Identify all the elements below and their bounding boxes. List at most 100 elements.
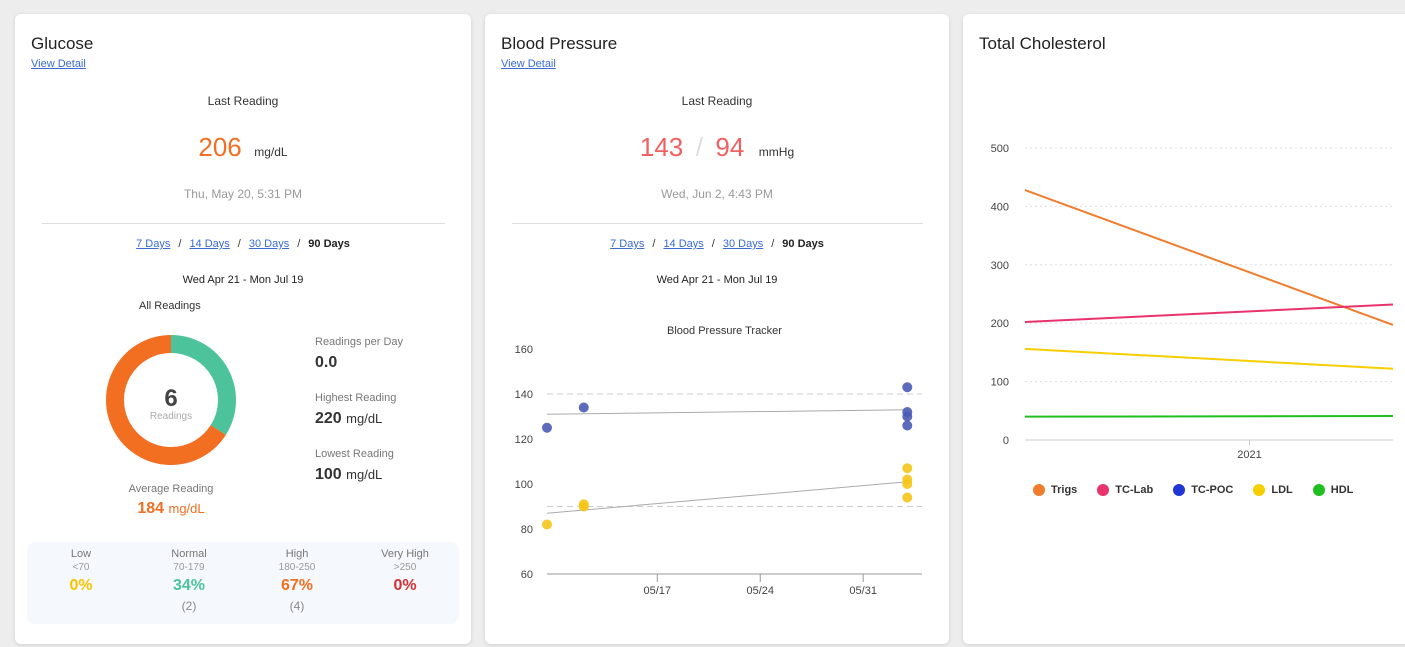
range-separator: / bbox=[178, 238, 182, 250]
bp-range-90-days[interactable]: 90 Days bbox=[782, 238, 824, 250]
glucose-title: Glucose bbox=[31, 34, 94, 53]
glucose-range-30-days[interactable]: 30 Days bbox=[249, 238, 289, 250]
range-separator: / bbox=[237, 238, 241, 250]
category-normal: Normal 70-179 34% (2) bbox=[135, 542, 243, 613]
legend-dot-icon bbox=[1253, 484, 1266, 496]
chol-y-tick-label: 100 bbox=[991, 377, 1009, 389]
glucose-range-selector: 7 Days / 14 Days / 30 Days / 90 Days bbox=[15, 238, 471, 250]
legend-label: TC-Lab bbox=[1115, 484, 1154, 496]
legend-label: Trigs bbox=[1051, 484, 1078, 496]
category-percent: 0% bbox=[69, 577, 93, 594]
category-percent: 67% bbox=[280, 577, 314, 594]
bp-x-tick-label: 05/17 bbox=[644, 585, 672, 597]
lowest-reading: 100 mg/dL bbox=[315, 466, 382, 484]
bp-date-range: Wed Apr 21 - Mon Jul 19 bbox=[656, 274, 778, 286]
bp-chart-title: Blood Pressure Tracker bbox=[667, 325, 782, 337]
bp-point-diastolic[interactable] bbox=[542, 519, 552, 530]
bp-range-14-days[interactable]: 14 Days bbox=[663, 238, 703, 250]
category-name: Very High bbox=[381, 548, 429, 560]
bp-point-systolic[interactable] bbox=[902, 420, 913, 431]
bp-range-30-days[interactable]: 30 Days bbox=[723, 238, 763, 250]
category-percent: 34% bbox=[172, 577, 206, 594]
bp-last-reading: 143 / 94 mmHg bbox=[485, 132, 949, 163]
donut-count-label: Readings bbox=[150, 411, 192, 422]
chol-y-tick-label: 500 bbox=[991, 143, 1009, 155]
category-low: Low <70 0% bbox=[27, 542, 135, 599]
chol-series-ldl bbox=[1024, 347, 1394, 370]
readings-per-day-label: Readings per Day bbox=[315, 336, 404, 348]
category-name: Normal bbox=[171, 548, 207, 560]
readings-per-day-value: 0.0 bbox=[315, 354, 338, 371]
category-name: Low bbox=[70, 548, 92, 560]
bp-x-tick-label: 05/31 bbox=[849, 585, 877, 597]
chol-y-tick-label: 400 bbox=[991, 201, 1009, 213]
chol-series-tc-lab bbox=[1024, 303, 1394, 324]
average-reading-label: Average Reading bbox=[128, 483, 214, 495]
bp-view-detail-link[interactable]: View Detail bbox=[501, 58, 556, 70]
category-range: 70-179 bbox=[173, 562, 205, 573]
category-range: 180-250 bbox=[278, 562, 316, 573]
highest-reading-unit: mg/dL bbox=[346, 411, 383, 426]
glucose-category-summary: Low <70 0% Normal 70-179 34% (2) High 18… bbox=[27, 542, 459, 624]
legend-item-trigs[interactable]: Trigs bbox=[1033, 484, 1077, 496]
chol-series-hdl bbox=[1024, 415, 1394, 418]
glucose-range-14-days[interactable]: 14 Days bbox=[189, 238, 229, 250]
glucose-all-readings-label: All Readings bbox=[139, 300, 201, 312]
lowest-reading-value: 100 bbox=[315, 466, 342, 483]
category-count: (2) bbox=[181, 599, 197, 613]
blood-pressure-card: Blood Pressure View Detail Last Reading … bbox=[485, 14, 949, 644]
bp-range-7-days[interactable]: 7 Days bbox=[610, 238, 644, 250]
legend-item-tc-poc[interactable]: TC-POC bbox=[1173, 484, 1233, 496]
highest-reading: 220 mg/dL bbox=[315, 410, 382, 428]
bp-title: Blood Pressure bbox=[501, 34, 618, 53]
category-high: High 180-250 67% (4) bbox=[243, 542, 351, 613]
glucose-range-7-days[interactable]: 7 Days bbox=[136, 238, 170, 250]
cholesterol-card: Total Cholesterol 0 100 200 300 400 500 2021 T… bbox=[963, 14, 1405, 644]
glucose-view-detail-link[interactable]: View Detail bbox=[31, 58, 86, 70]
bp-point-diastolic[interactable] bbox=[578, 499, 589, 510]
bp-trend-line-systolic bbox=[546, 409, 908, 415]
legend-dot-icon bbox=[1312, 484, 1325, 496]
glucose-last-reading: 206 mg/dL bbox=[15, 132, 471, 163]
legend-label: LDL bbox=[1271, 484, 1293, 496]
chol-y-tick-label: 0 bbox=[1003, 435, 1009, 447]
range-separator: / bbox=[652, 238, 656, 250]
glucose-card: Glucose View Detail Last Reading 206 mg/… bbox=[15, 14, 471, 644]
bp-last-reading-label: Last Reading bbox=[681, 94, 753, 108]
bp-point-systolic[interactable] bbox=[902, 382, 913, 393]
bp-point-diastolic[interactable] bbox=[902, 492, 913, 503]
average-reading: 184 mg/dL bbox=[85, 500, 257, 518]
glucose-unit: mg/dL bbox=[254, 145, 288, 159]
category-range: <70 bbox=[72, 562, 90, 573]
legend-dot-icon bbox=[1173, 484, 1186, 496]
bp-range-selector: 7 Days / 14 Days / 30 Days / 90 Days bbox=[485, 238, 949, 250]
bp-unit: mmHg bbox=[758, 145, 795, 159]
glucose-last-reading-label: Last Reading bbox=[207, 94, 279, 108]
bp-y-tick-label: 60 bbox=[521, 569, 533, 581]
range-separator: / bbox=[297, 238, 301, 250]
bp-divider bbox=[512, 223, 923, 224]
glucose-value: 206 bbox=[198, 132, 242, 162]
legend-label: TC-POC bbox=[1191, 484, 1234, 496]
bp-y-tick-label: 80 bbox=[521, 524, 533, 536]
glucose-range-90-days[interactable]: 90 Days bbox=[308, 238, 350, 250]
category-range: >250 bbox=[393, 562, 417, 573]
average-reading-value: 184 bbox=[137, 500, 165, 517]
bp-point-systolic[interactable] bbox=[542, 422, 552, 433]
bp-point-systolic[interactable] bbox=[902, 411, 913, 422]
chol-y-tick-label: 200 bbox=[991, 318, 1009, 330]
glucose-reading-date: Thu, May 20, 5:31 PM bbox=[183, 187, 303, 201]
highest-reading-value: 220 bbox=[315, 410, 342, 427]
legend-item-hdl[interactable]: HDL bbox=[1312, 484, 1353, 496]
donut-count: 6 bbox=[164, 385, 177, 412]
glucose-donut-chart: 6 Readings bbox=[106, 335, 236, 465]
chol-y-tick-label: 300 bbox=[991, 260, 1009, 272]
legend-item-tc-lab[interactable]: TC-Lab bbox=[1097, 484, 1153, 496]
bp-point-diastolic[interactable] bbox=[902, 479, 913, 489]
bp-point-systolic[interactable] bbox=[578, 402, 589, 413]
legend-item-ldl[interactable]: LDL bbox=[1253, 484, 1293, 496]
category-percent: 0% bbox=[393, 577, 417, 594]
bp-point-diastolic[interactable] bbox=[902, 463, 913, 474]
bp-x-tick-label: 05/24 bbox=[746, 585, 774, 597]
category-count: (4) bbox=[289, 599, 305, 613]
